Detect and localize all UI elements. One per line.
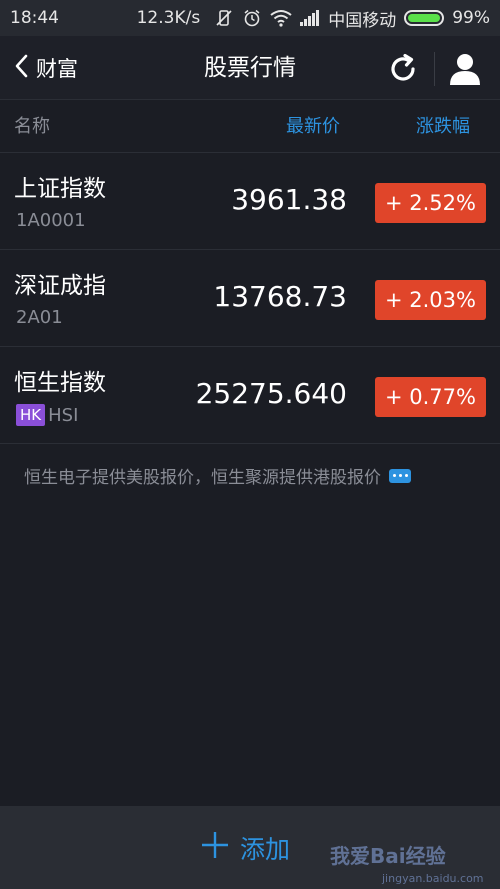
signal-icon <box>300 10 320 26</box>
battery-icon <box>404 10 445 26</box>
carrier-name: 中国移动 <box>328 10 397 31</box>
stock-row-sz[interactable]: 深证成指 2A01 13768.73 + 2.03% <box>0 250 500 347</box>
user-icon[interactable] <box>446 50 484 88</box>
vibrate-mute-icon <box>214 8 234 28</box>
stock-name: 深证成指 <box>14 273 106 299</box>
stock-code-text: 2A01 <box>16 307 63 328</box>
stock-name: 恒生指数 <box>14 370 106 396</box>
stock-price: 13768.73 <box>213 280 347 313</box>
battery-percent: 99% <box>452 8 490 28</box>
stock-price: 25275.640 <box>195 377 347 410</box>
stock-code-text: 1A0001 <box>16 210 86 231</box>
change-badge[interactable]: + 0.77% <box>375 377 486 417</box>
change-badge[interactable]: + 2.03% <box>375 280 486 320</box>
status-bar: 18:44 12.3K/s 中国移动 99% <box>0 0 500 36</box>
status-right: 12.3K/s 中国移动 99% <box>137 6 490 31</box>
add-label: 添加 <box>240 834 291 864</box>
back-button[interactable]: 财富 <box>14 36 78 100</box>
stock-code: 1A0001 <box>16 210 86 231</box>
add-stock-button[interactable]: 添加 <box>200 806 290 889</box>
stock-price: 3961.38 <box>231 183 347 216</box>
stock-row-sh[interactable]: 上证指数 1A0001 3961.38 + 2.52% <box>0 153 500 250</box>
back-label: 财富 <box>36 57 78 81</box>
network-speed: 12.3K/s <box>136 8 201 28</box>
market-tag-hk: HK <box>16 404 46 426</box>
stock-code: 2A01 <box>16 307 63 328</box>
refresh-icon[interactable] <box>386 52 420 86</box>
wifi-icon <box>270 9 292 27</box>
change-badge[interactable]: + 2.52% <box>375 183 486 223</box>
table-header: 名称 最新价 涨跌幅 <box>0 101 500 153</box>
header-change-sort[interactable]: 涨跌幅 <box>416 101 470 153</box>
header-name: 名称 <box>14 116 50 137</box>
plus-icon <box>200 830 230 866</box>
battery-fill <box>408 14 440 22</box>
stock-name: 上证指数 <box>14 176 106 202</box>
header-price-sort[interactable]: 最新价 <box>286 101 340 153</box>
chevron-left-icon <box>14 54 28 83</box>
alarm-icon <box>242 8 262 28</box>
stock-row-hsi[interactable]: 恒生指数 HK HSI 25275.640 + 0.77% <box>0 347 500 444</box>
nav-bar: 财富 股票行情 <box>0 36 500 100</box>
status-time: 18:44 <box>10 8 59 28</box>
stock-code: HK HSI <box>16 404 78 426</box>
data-source-notice: 恒生电子提供美股报价，恒生聚源提供港股报价 <box>24 463 494 488</box>
bottom-bar: 添加 <box>0 806 500 889</box>
nav-divider <box>434 52 435 86</box>
more-dots-icon[interactable] <box>389 468 411 483</box>
notice-text: 恒生电子提供美股报价，恒生聚源提供港股报价 <box>24 468 381 488</box>
stock-code-text: HSI <box>48 404 79 426</box>
